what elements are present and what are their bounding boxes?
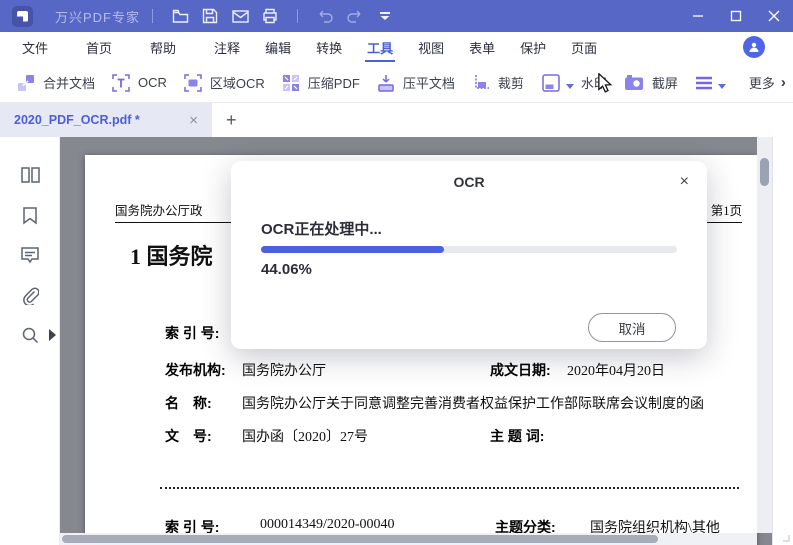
tool-label: 压平文档 (402, 76, 455, 91)
document-tab[interactable]: 2020_PDF_OCR.pdf * × (0, 103, 212, 137)
comment-icon[interactable] (0, 235, 60, 275)
page-header-left: 国务院办公厅政 (115, 204, 203, 218)
menu-view[interactable]: 视图 (416, 33, 446, 62)
vertical-scrollbar-thumb[interactable] (760, 158, 769, 186)
field-label: 成文日期: (490, 362, 551, 378)
attachment-icon[interactable] (0, 275, 60, 315)
pdf-application-window: 万兴PDF专家 文件 首页 帮助 注释 编辑 转换 工具 视图 表单 保护 页面… (0, 0, 793, 545)
menu-comment[interactable]: 注释 (212, 33, 242, 62)
dialog-close-icon[interactable]: × (676, 171, 693, 193)
tab-title: 2020_PDF_OCR.pdf * (14, 113, 140, 127)
menu-tools[interactable]: 工具 (365, 33, 396, 62)
resize-grip-icon[interactable] (782, 534, 790, 542)
minimize-button[interactable] (679, 0, 717, 32)
flatten-document-button[interactable]: 压平文档 (376, 73, 455, 93)
tool-label: 合并文档 (43, 76, 96, 91)
divider (152, 9, 154, 23)
new-tab-button[interactable]: + (212, 103, 793, 137)
maximize-button[interactable] (717, 0, 755, 32)
app-logo-icon (12, 5, 33, 27)
ocr-dialog: OCR × OCR正在处理中... 44.06% 取消 (231, 161, 707, 349)
undo-icon[interactable] (310, 4, 340, 28)
region-ocr-button[interactable]: 区域OCR (183, 73, 265, 93)
field-label: 索 引 号: (165, 325, 220, 341)
more-button[interactable]: 更多 › (742, 73, 786, 92)
field-value: 2020年04月20日 (567, 364, 665, 379)
ocr-progress-percent: 44.06% (261, 261, 312, 278)
horizontal-scrollbar[interactable] (60, 533, 757, 545)
menu-file[interactable]: 文件 (20, 33, 50, 62)
user-avatar[interactable] (743, 36, 765, 58)
menu-page[interactable]: 页面 (569, 33, 599, 62)
tool-label: 区域OCR (209, 76, 265, 91)
menu-edit[interactable]: 编辑 (263, 33, 293, 62)
horizontal-scrollbar-thumb[interactable] (62, 535, 658, 543)
dialog-title: OCR (453, 174, 485, 190)
open-folder-icon[interactable] (165, 4, 195, 28)
quick-toolbar-dropdown-icon[interactable] (370, 4, 400, 28)
field-value: 国办函〔2020〕27号 (242, 430, 368, 445)
ocr-button[interactable]: OCR (111, 73, 167, 93)
email-icon[interactable] (225, 4, 255, 28)
menu-home[interactable]: 首页 (84, 33, 114, 62)
mouse-cursor-icon (598, 73, 613, 93)
thumbnails-icon[interactable] (0, 155, 60, 195)
compress-pdf-button[interactable]: 压缩PDF (281, 73, 360, 93)
titlebar: 万兴PDF专家 (0, 0, 793, 32)
field-label: 文 号: (165, 428, 212, 444)
ocr-status-text: OCR正在处理中... (261, 221, 382, 238)
expand-chevron-icon[interactable]: › (781, 74, 786, 91)
tab-close-icon[interactable]: × (185, 112, 202, 129)
tool-label: 裁剪 (497, 76, 524, 91)
cancel-button[interactable]: 取消 (588, 313, 676, 342)
document-heading: 1 国务院 (130, 244, 213, 269)
more-tools-dropdown-icon[interactable] (717, 84, 726, 89)
merge-documents-button[interactable]: 合并文档 (16, 73, 95, 93)
menu-protect[interactable]: 保护 (518, 33, 548, 62)
tool-label: OCR (138, 75, 167, 90)
tool-label: 截屏 (651, 76, 678, 91)
app-title: 万兴PDF专家 (55, 9, 141, 25)
crop-button[interactable]: 裁剪 (471, 73, 524, 93)
page-header-right: 第1页 (710, 204, 742, 218)
vertical-scrollbar[interactable] (757, 137, 772, 533)
menu-help[interactable]: 帮助 (148, 33, 178, 62)
divider (297, 9, 299, 23)
right-edge-panel (772, 137, 793, 545)
left-sidebar (0, 137, 60, 545)
redo-icon[interactable] (340, 4, 370, 28)
field-label: 发布机构: (165, 362, 226, 378)
bookmark-icon[interactable] (0, 195, 60, 235)
screenshot-button[interactable]: 截屏 (623, 73, 678, 92)
tabbar: 2020_PDF_OCR.pdf * × + (0, 103, 793, 137)
save-icon[interactable] (195, 4, 225, 28)
dotted-divider (160, 487, 739, 489)
toolbar: 合并文档 OCR 区域OCR 压缩PDF 压平文档 裁剪 水印 截屏 更多 › (0, 63, 793, 103)
close-button[interactable] (755, 0, 793, 32)
watermark-dropdown-icon[interactable] (565, 84, 574, 89)
ocr-progress-bar (261, 246, 677, 253)
tool-label: 更多 (748, 76, 775, 91)
panel-expand-handle-icon[interactable] (49, 329, 56, 341)
menubar: 文件 首页 帮助 注释 编辑 转换 工具 视图 表单 保护 页面 (0, 32, 793, 63)
field-value: 国务院办公厅 (242, 364, 326, 379)
field-value: 国务院办公厅关于同意调整完善消费者权益保护工作部际联席会议制度的函 (242, 397, 704, 412)
more-tools-menu-button[interactable] (694, 75, 726, 91)
print-icon[interactable] (255, 4, 285, 28)
field-label: 名 称: (165, 395, 212, 411)
menu-form[interactable]: 表单 (467, 33, 497, 62)
tool-label: 压缩PDF (307, 76, 360, 91)
menu-convert[interactable]: 转换 (314, 33, 344, 62)
ocr-progress-fill (261, 246, 445, 253)
field-value: 000014349/2020-00040 (260, 517, 395, 532)
field-label: 主 题 词: (490, 428, 545, 444)
